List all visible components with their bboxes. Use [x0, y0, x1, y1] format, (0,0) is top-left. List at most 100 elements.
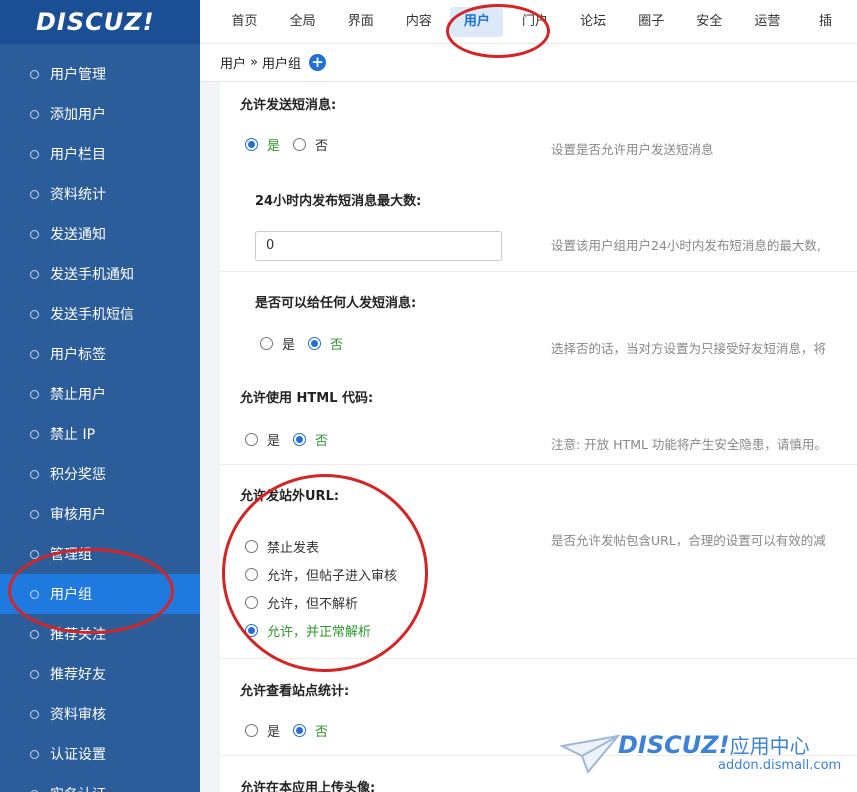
- nav-tab-0[interactable]: 首页: [218, 7, 271, 37]
- circle-bullet-icon: [30, 469, 39, 479]
- sidebar-item-14[interactable]: 推荐关注: [0, 614, 200, 654]
- pm-limit-desc: 设置该用户组用户24小时内发布短消息的最大数,: [551, 238, 821, 253]
- sidebar-item-label: 资料统计: [50, 187, 106, 203]
- breadcrumb-parent[interactable]: 用户: [220, 53, 246, 72]
- sidebar-item-label: 管理组: [50, 547, 92, 563]
- circle-bullet-icon: [30, 189, 39, 199]
- sidebar-item-6[interactable]: 发送手机短信: [0, 294, 200, 334]
- divider: [220, 464, 857, 465]
- watermark-site: addon.dismall.com: [718, 758, 842, 773]
- nav-tab-8[interactable]: 安全: [683, 7, 736, 37]
- sidebar-item-label: 资料审核: [50, 707, 106, 723]
- circle-bullet-icon: [30, 149, 39, 159]
- nav-tab-4[interactable]: 用户: [450, 6, 504, 37]
- circle-bullet-icon: [30, 229, 39, 239]
- main-content: 允许发送短消息: 是 否 设置是否允许用户发送短消息 24小时内发布短消息最大数…: [200, 82, 857, 792]
- sidebar-item-17[interactable]: 认证设置: [0, 734, 200, 774]
- view-stats-yes-radio[interactable]: 是: [245, 721, 280, 740]
- nav-tab-9[interactable]: 运营: [741, 7, 794, 37]
- circle-bullet-icon: [30, 629, 39, 639]
- circle-bullet-icon: [30, 509, 39, 519]
- paper-plane-icon: [560, 734, 620, 774]
- nav-tab-2[interactable]: 界面: [334, 7, 387, 37]
- post-url-title: 允许发站外URL:: [240, 489, 340, 504]
- circle-bullet-icon: [30, 349, 39, 359]
- send-pm-title: 允许发送短消息:: [240, 98, 337, 113]
- html-code-yes-radio[interactable]: 是: [245, 430, 280, 449]
- sidebar-item-label: 用户标签: [50, 347, 106, 363]
- settings-panel: 允许发送短消息: 是 否 设置是否允许用户发送短消息 24小时内发布短消息最大数…: [220, 82, 857, 792]
- post-url-option-forbid[interactable]: 禁止发表: [245, 537, 319, 556]
- sidebar-item-1[interactable]: 添加用户: [0, 94, 200, 134]
- divider: [220, 271, 857, 272]
- sidebar-item-13[interactable]: 用户组: [0, 574, 200, 614]
- nav-tab-7[interactable]: 圈子: [625, 7, 678, 37]
- circle-bullet-icon: [30, 669, 39, 679]
- circle-bullet-icon: [30, 429, 39, 439]
- logo[interactable]: DISCUZ!: [0, 0, 200, 44]
- post-url-option-noparse[interactable]: 允许，但不解析: [245, 593, 358, 612]
- sidebar-item-15[interactable]: 推荐好友: [0, 654, 200, 694]
- pm-anyone-no-radio[interactable]: 否: [308, 334, 343, 353]
- sidebar-item-label: 推荐好友: [50, 667, 106, 683]
- watermark-brand: DISCUZ!应用中心: [618, 731, 810, 759]
- circle-bullet-icon: [30, 389, 39, 399]
- sidebar-item-4[interactable]: 发送通知: [0, 214, 200, 254]
- sidebar-item-9[interactable]: 禁止 IP: [0, 414, 200, 454]
- circle-bullet-icon: [30, 269, 39, 279]
- pm-anyone-desc: 选择否的话，当对方设置为只接受好友短消息，将: [551, 341, 827, 356]
- sidebar-item-label: 添加用户: [50, 107, 106, 123]
- send-pm-yes-radio[interactable]: 是: [245, 135, 280, 154]
- sidebar-item-16[interactable]: 资料审核: [0, 694, 200, 734]
- sidebar-item-0[interactable]: 用户管理: [0, 54, 200, 94]
- circle-bullet-icon: [30, 749, 39, 759]
- html-code-title: 允许使用 HTML 代码:: [240, 391, 374, 406]
- sidebar-item-label: 用户组: [50, 587, 92, 603]
- nav-tab-10[interactable]: 插: [799, 7, 852, 37]
- sidebar-item-label: 推荐关注: [50, 627, 106, 643]
- nav-tab-6[interactable]: 论坛: [567, 7, 620, 37]
- breadcrumb: 用户 » 用户组 +: [200, 44, 857, 82]
- pm-limit-title: 24小时内发布短消息最大数:: [255, 194, 422, 209]
- send-pm-no-radio[interactable]: 否: [293, 135, 328, 154]
- sidebar-item-label: 审核用户: [50, 507, 106, 523]
- sidebar-item-label: 禁止 IP: [50, 427, 96, 443]
- sidebar-item-label: 用户管理: [50, 67, 106, 83]
- circle-bullet-icon: [30, 69, 39, 79]
- sidebar-item-label: 积分奖惩: [50, 467, 106, 483]
- sidebar-item-2[interactable]: 用户栏目: [0, 134, 200, 174]
- html-code-no-radio[interactable]: 否: [293, 430, 328, 449]
- sidebar-item-3[interactable]: 资料统计: [0, 174, 200, 214]
- view-stats-no-radio[interactable]: 否: [293, 721, 328, 740]
- sidebar-item-label: 用户栏目: [50, 147, 106, 163]
- sidebar-item-8[interactable]: 禁止用户: [0, 374, 200, 414]
- sidebar-item-label: 禁止用户: [50, 387, 106, 403]
- sidebar-item-18[interactable]: 实名认证: [0, 774, 200, 792]
- sidebar-item-7[interactable]: 用户标签: [0, 334, 200, 374]
- post-url-option-review[interactable]: 允许，但帖子进入审核: [245, 565, 397, 584]
- sidebar-item-10[interactable]: 积分奖惩: [0, 454, 200, 494]
- pm-anyone-title: 是否可以给任何人发短消息:: [255, 296, 417, 311]
- pm-limit-input[interactable]: 0: [255, 231, 502, 261]
- circle-bullet-icon: [30, 309, 39, 319]
- plus-circle-icon[interactable]: +: [309, 54, 326, 71]
- send-pm-desc: 设置是否允许用户发送短消息: [551, 142, 714, 157]
- sidebar-item-11[interactable]: 审核用户: [0, 494, 200, 534]
- pm-anyone-yes-radio[interactable]: 是: [260, 334, 295, 353]
- nav-tab-1[interactable]: 全局: [276, 7, 329, 37]
- post-url-option-parse[interactable]: 允许，并正常解析: [245, 621, 371, 640]
- divider: [220, 658, 857, 659]
- sidebar: DISCUZ! 用户管理添加用户用户栏目资料统计发送通知发送手机通知 发送手机短信…: [0, 0, 200, 792]
- nav-tab-5[interactable]: 门户: [508, 7, 561, 37]
- html-code-desc: 注意: 开放 HTML 功能将产生安全隐患，请慎用。: [551, 437, 827, 452]
- nav-tab-3[interactable]: 内容: [392, 7, 445, 37]
- breadcrumb-separator: »: [250, 55, 258, 70]
- sidebar-item-12[interactable]: 管理组: [0, 534, 200, 574]
- sidebar-item-5[interactable]: 发送手机通知: [0, 254, 200, 294]
- upload-avatar-title: 允许在本应用上传头像:: [240, 781, 376, 792]
- top-nav: 首页 全局 界面 内容 用户 门户 论坛 圈子 安全 运营插: [200, 0, 857, 44]
- sidebar-item-label: 实名认证: [50, 784, 106, 792]
- breadcrumb-current: 用户组: [261, 57, 301, 72]
- sidebar-item-label: 发送通知: [50, 227, 106, 243]
- watermark: DISCUZ!应用中心 addon.dismall.com: [560, 728, 857, 792]
